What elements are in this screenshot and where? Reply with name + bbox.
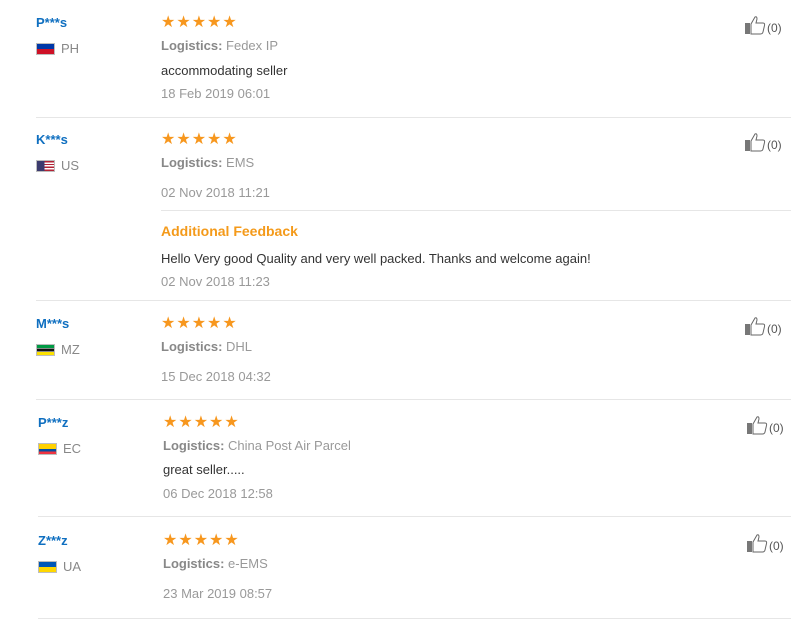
logistics-value: DHL bbox=[226, 339, 253, 354]
reviewer-name[interactable]: P***s bbox=[36, 15, 67, 30]
ec-flag-icon bbox=[38, 442, 57, 455]
helpful-count: (0) bbox=[767, 138, 782, 152]
helpful-count: (0) bbox=[769, 539, 784, 553]
reviewer-name[interactable]: K***s bbox=[36, 132, 68, 147]
star-icon: ★ bbox=[207, 12, 222, 31]
country-code: UA bbox=[63, 559, 82, 574]
country-code: PH bbox=[61, 41, 80, 56]
review-item: M***s MZ ★ ★ ★ ★ ★ Logistics: DHL 15 Dec 201… bbox=[0, 301, 791, 400]
country-code: EC bbox=[63, 441, 82, 456]
helpful-count: (0) bbox=[767, 322, 782, 336]
star-icon: ★ bbox=[191, 313, 207, 332]
review-date: 06 Dec 2018 12:58 bbox=[163, 486, 273, 501]
review-text: accommodating seller bbox=[161, 63, 288, 78]
reviewer-country: US bbox=[36, 158, 79, 173]
mz-flag-icon bbox=[36, 343, 55, 356]
logistics-label: Logistics: bbox=[163, 438, 225, 453]
review-date: 15 Dec 2018 04:32 bbox=[161, 369, 271, 384]
country-code: MZ bbox=[61, 342, 80, 357]
helpful-count: (0) bbox=[767, 21, 782, 35]
review-date: 23 Mar 2019 08:57 bbox=[163, 586, 273, 601]
logistics-info: Logistics: DHL bbox=[161, 339, 252, 354]
review-item: Z***z UA ★ ★ ★ ★ ★ Logistics: e-EMS 23 Mar 2… bbox=[0, 517, 791, 619]
us-flag-icon bbox=[36, 159, 55, 172]
helpful-button[interactable]: (0) bbox=[744, 316, 782, 336]
star-icon: ★ bbox=[178, 530, 193, 549]
thumbs-up-icon bbox=[745, 133, 766, 152]
star-icon: ★ bbox=[176, 313, 191, 332]
reviewer-country: UA bbox=[38, 559, 81, 574]
logistics-info: Logistics: e-EMS bbox=[163, 556, 268, 571]
star-icon: ★ bbox=[224, 412, 239, 431]
star-icon: ★ bbox=[176, 129, 191, 148]
reviewer-name[interactable]: M***s bbox=[36, 316, 69, 331]
thumbs-up-icon bbox=[745, 16, 766, 35]
star-icon: ★ bbox=[222, 12, 237, 31]
star-icon: ★ bbox=[209, 412, 224, 431]
star-icon: ★ bbox=[176, 12, 191, 31]
logistics-label: Logistics: bbox=[161, 339, 223, 354]
logistics-info: Logistics: Fedex IP bbox=[161, 38, 278, 53]
star-icon: ★ bbox=[207, 313, 222, 332]
logistics-info: Logistics: China Post Air Parcel bbox=[163, 438, 351, 453]
star-icon: ★ bbox=[191, 129, 207, 148]
ua-flag-icon bbox=[38, 560, 57, 573]
star-icon: ★ bbox=[191, 12, 207, 31]
logistics-value: China Post Air Parcel bbox=[228, 438, 351, 453]
logistics-label: Logistics: bbox=[161, 155, 223, 170]
star-icon: ★ bbox=[193, 412, 209, 431]
thumbs-up-icon bbox=[745, 317, 766, 336]
helpful-button[interactable]: (0) bbox=[744, 132, 782, 152]
country-code: US bbox=[61, 158, 80, 173]
ph-flag-icon bbox=[36, 42, 55, 55]
star-icon: ★ bbox=[161, 129, 176, 148]
star-icon: ★ bbox=[222, 313, 237, 332]
review-item: P***s PH ★ ★ ★ ★ ★ Logistics: Fedex IP accom… bbox=[0, 0, 791, 118]
star-icon: ★ bbox=[178, 412, 193, 431]
helpful-count: (0) bbox=[769, 421, 784, 435]
star-icon: ★ bbox=[161, 313, 176, 332]
rating-stars: ★ ★ ★ ★ ★ bbox=[163, 414, 239, 430]
rating-stars: ★ ★ ★ ★ ★ bbox=[161, 131, 237, 147]
star-icon: ★ bbox=[161, 12, 176, 31]
additional-feedback-date: 02 Nov 2018 11:23 bbox=[161, 274, 270, 289]
reviewer-country: PH bbox=[36, 41, 79, 56]
logistics-label: Logistics: bbox=[163, 556, 225, 571]
star-icon: ★ bbox=[207, 129, 222, 148]
logistics-info: Logistics: EMS bbox=[161, 155, 254, 170]
helpful-button[interactable]: (0) bbox=[746, 533, 784, 553]
review-item: K***s US ★ ★ ★ ★ ★ Logistics: EMS 02 Nov 201… bbox=[0, 118, 791, 301]
review-item: P***z EC ★ ★ ★ ★ ★ Logistics: China Post Air… bbox=[0, 400, 791, 517]
helpful-button[interactable]: (0) bbox=[746, 415, 784, 435]
logistics-value: Fedex IP bbox=[226, 38, 279, 53]
star-icon: ★ bbox=[209, 530, 224, 549]
star-icon: ★ bbox=[222, 129, 237, 148]
review-date: 18 Feb 2019 06:01 bbox=[161, 86, 271, 101]
review-separator bbox=[38, 618, 791, 619]
thumbs-up-icon bbox=[747, 416, 768, 435]
rating-stars: ★ ★ ★ ★ ★ bbox=[161, 315, 237, 331]
helpful-button[interactable]: (0) bbox=[744, 15, 782, 35]
reviewer-name[interactable]: Z***z bbox=[38, 533, 68, 548]
review-date: 02 Nov 2018 11:21 bbox=[161, 185, 270, 200]
logistics-value: EMS bbox=[226, 155, 255, 170]
review-text: great seller..... bbox=[163, 462, 245, 477]
rating-stars: ★ ★ ★ ★ ★ bbox=[163, 532, 239, 548]
additional-feedback-heading: Additional Feedback bbox=[161, 223, 298, 239]
star-icon: ★ bbox=[224, 530, 239, 549]
feedback-separator bbox=[161, 210, 791, 211]
reviewer-country: EC bbox=[38, 441, 81, 456]
thumbs-up-icon bbox=[747, 534, 768, 553]
reviewer-country: MZ bbox=[36, 342, 80, 357]
logistics-label: Logistics: bbox=[161, 38, 223, 53]
star-icon: ★ bbox=[163, 412, 178, 431]
star-icon: ★ bbox=[193, 530, 209, 549]
reviewer-name[interactable]: P***z bbox=[38, 415, 68, 430]
logistics-value: e-EMS bbox=[228, 556, 268, 571]
rating-stars: ★ ★ ★ ★ ★ bbox=[161, 14, 237, 30]
star-icon: ★ bbox=[163, 530, 178, 549]
additional-feedback-text: Hello Very good Quality and very well pa… bbox=[161, 251, 591, 266]
